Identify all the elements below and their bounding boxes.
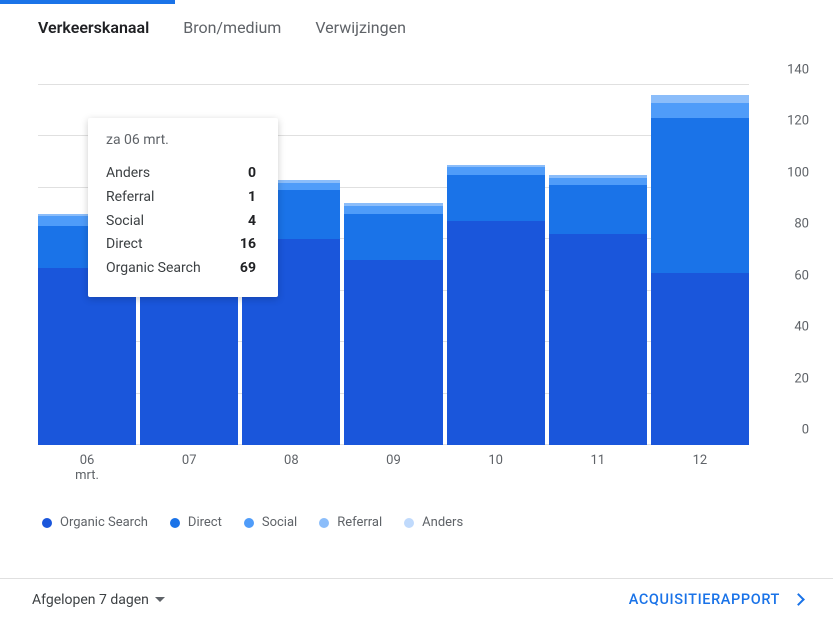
date-range-label: Afgelopen 7 dagen (32, 592, 149, 608)
bar-segment (447, 175, 545, 221)
date-range-selector[interactable]: Afgelopen 7 dagen (32, 592, 165, 608)
bar-column[interactable]: 09 (344, 85, 442, 445)
chart-legend: Organic Search Direct Social Referral Anders (0, 505, 833, 534)
y-tick-label: 100 (759, 165, 809, 180)
bar-segment (344, 260, 442, 445)
tooltip-row: Anders 0 (106, 162, 256, 186)
legend-label: Anders (422, 515, 463, 530)
legend-item[interactable]: Social (244, 515, 297, 530)
y-tick-label: 20 (759, 371, 809, 386)
y-tick-label: 120 (759, 114, 809, 129)
legend-color-swatch (244, 518, 254, 528)
tooltip-row-label: Organic Search (106, 257, 201, 281)
tooltip-row-value: 16 (240, 233, 256, 257)
legend-label: Direct (188, 515, 222, 530)
tab-verkeerskanaal[interactable]: Verkeerskanaal (38, 14, 149, 41)
tooltip-row: Referral 1 (106, 186, 256, 210)
bar-segment (549, 178, 647, 186)
bar-segment (344, 206, 442, 214)
report-link-label: ACQUISITIERAPPORT (629, 591, 780, 608)
legend-item[interactable]: Direct (170, 515, 222, 530)
tooltip-row: Direct 16 (106, 233, 256, 257)
bar-column[interactable]: 11 (549, 85, 647, 445)
x-tick-label: 11 (590, 453, 605, 468)
chevron-right-icon (792, 593, 805, 606)
x-tick-label: 06 mrt. (75, 453, 99, 483)
tooltip-row: Organic Search 69 (106, 257, 256, 281)
bar-segment (651, 273, 749, 445)
bar-segment (651, 103, 749, 118)
bar-column[interactable]: 10 (447, 85, 545, 445)
tooltip-row-label: Social (106, 210, 144, 234)
tab-bar: Verkeerskanaal Bron/medium Verwijzingen (0, 0, 833, 65)
tooltip-row-value: 0 (248, 162, 256, 186)
x-tick-label: 10 (488, 453, 503, 468)
bar-segment (549, 185, 647, 234)
legend-item[interactable]: Referral (319, 515, 382, 530)
chart-tooltip: za 06 mrt. Anders 0 Referral 1 Social 4 Direct 1… (88, 118, 278, 297)
tooltip-row-label: Referral (106, 186, 154, 210)
tooltip-title: za 06 mrt. (106, 132, 256, 148)
x-tick-label: 08 (284, 453, 299, 468)
tab-verwijzingen[interactable]: Verwijzingen (315, 14, 406, 41)
x-tick-label: 07 (182, 453, 197, 468)
tooltip-row-label: Anders (106, 162, 150, 186)
tooltip-row-label: Direct (106, 233, 143, 257)
bar-segment (549, 234, 647, 445)
x-tick-label: 09 (386, 453, 401, 468)
tooltip-row-value: 69 (240, 257, 256, 281)
bar-column[interactable]: 12 (651, 85, 749, 445)
legend-label: Organic Search (60, 515, 148, 530)
legend-item[interactable]: Anders (404, 515, 463, 530)
y-tick-label: 40 (759, 320, 809, 335)
acquisition-report-link[interactable]: ACQUISITIERAPPORT (629, 591, 803, 608)
y-tick-label: 80 (759, 217, 809, 232)
bar-segment (344, 214, 442, 260)
legend-color-swatch (404, 518, 414, 528)
tab-active-indicator (0, 0, 175, 4)
chevron-down-icon (155, 597, 165, 602)
legend-color-swatch (170, 518, 180, 528)
tooltip-row: Social 4 (106, 210, 256, 234)
legend-label: Referral (337, 515, 382, 530)
tooltip-row-value: 1 (248, 186, 256, 210)
legend-label: Social (262, 515, 297, 530)
legend-color-swatch (42, 518, 52, 528)
bar-segment (651, 118, 749, 272)
legend-color-swatch (319, 518, 329, 528)
bar-segment (651, 95, 749, 103)
bar-segment (447, 221, 545, 445)
legend-item[interactable]: Organic Search (42, 515, 148, 530)
y-tick-label: 0 (759, 423, 809, 438)
y-tick-label: 140 (759, 63, 809, 78)
x-tick-label: 12 (693, 453, 708, 468)
tooltip-row-value: 4 (248, 210, 256, 234)
tab-bron-medium[interactable]: Bron/medium (183, 14, 281, 41)
y-tick-label: 60 (759, 268, 809, 283)
analytics-card: Verkeerskanaal Bron/medium Verwijzingen … (0, 0, 833, 618)
card-footer: Afgelopen 7 dagen ACQUISITIERAPPORT (0, 578, 833, 618)
bar-segment (447, 167, 545, 175)
